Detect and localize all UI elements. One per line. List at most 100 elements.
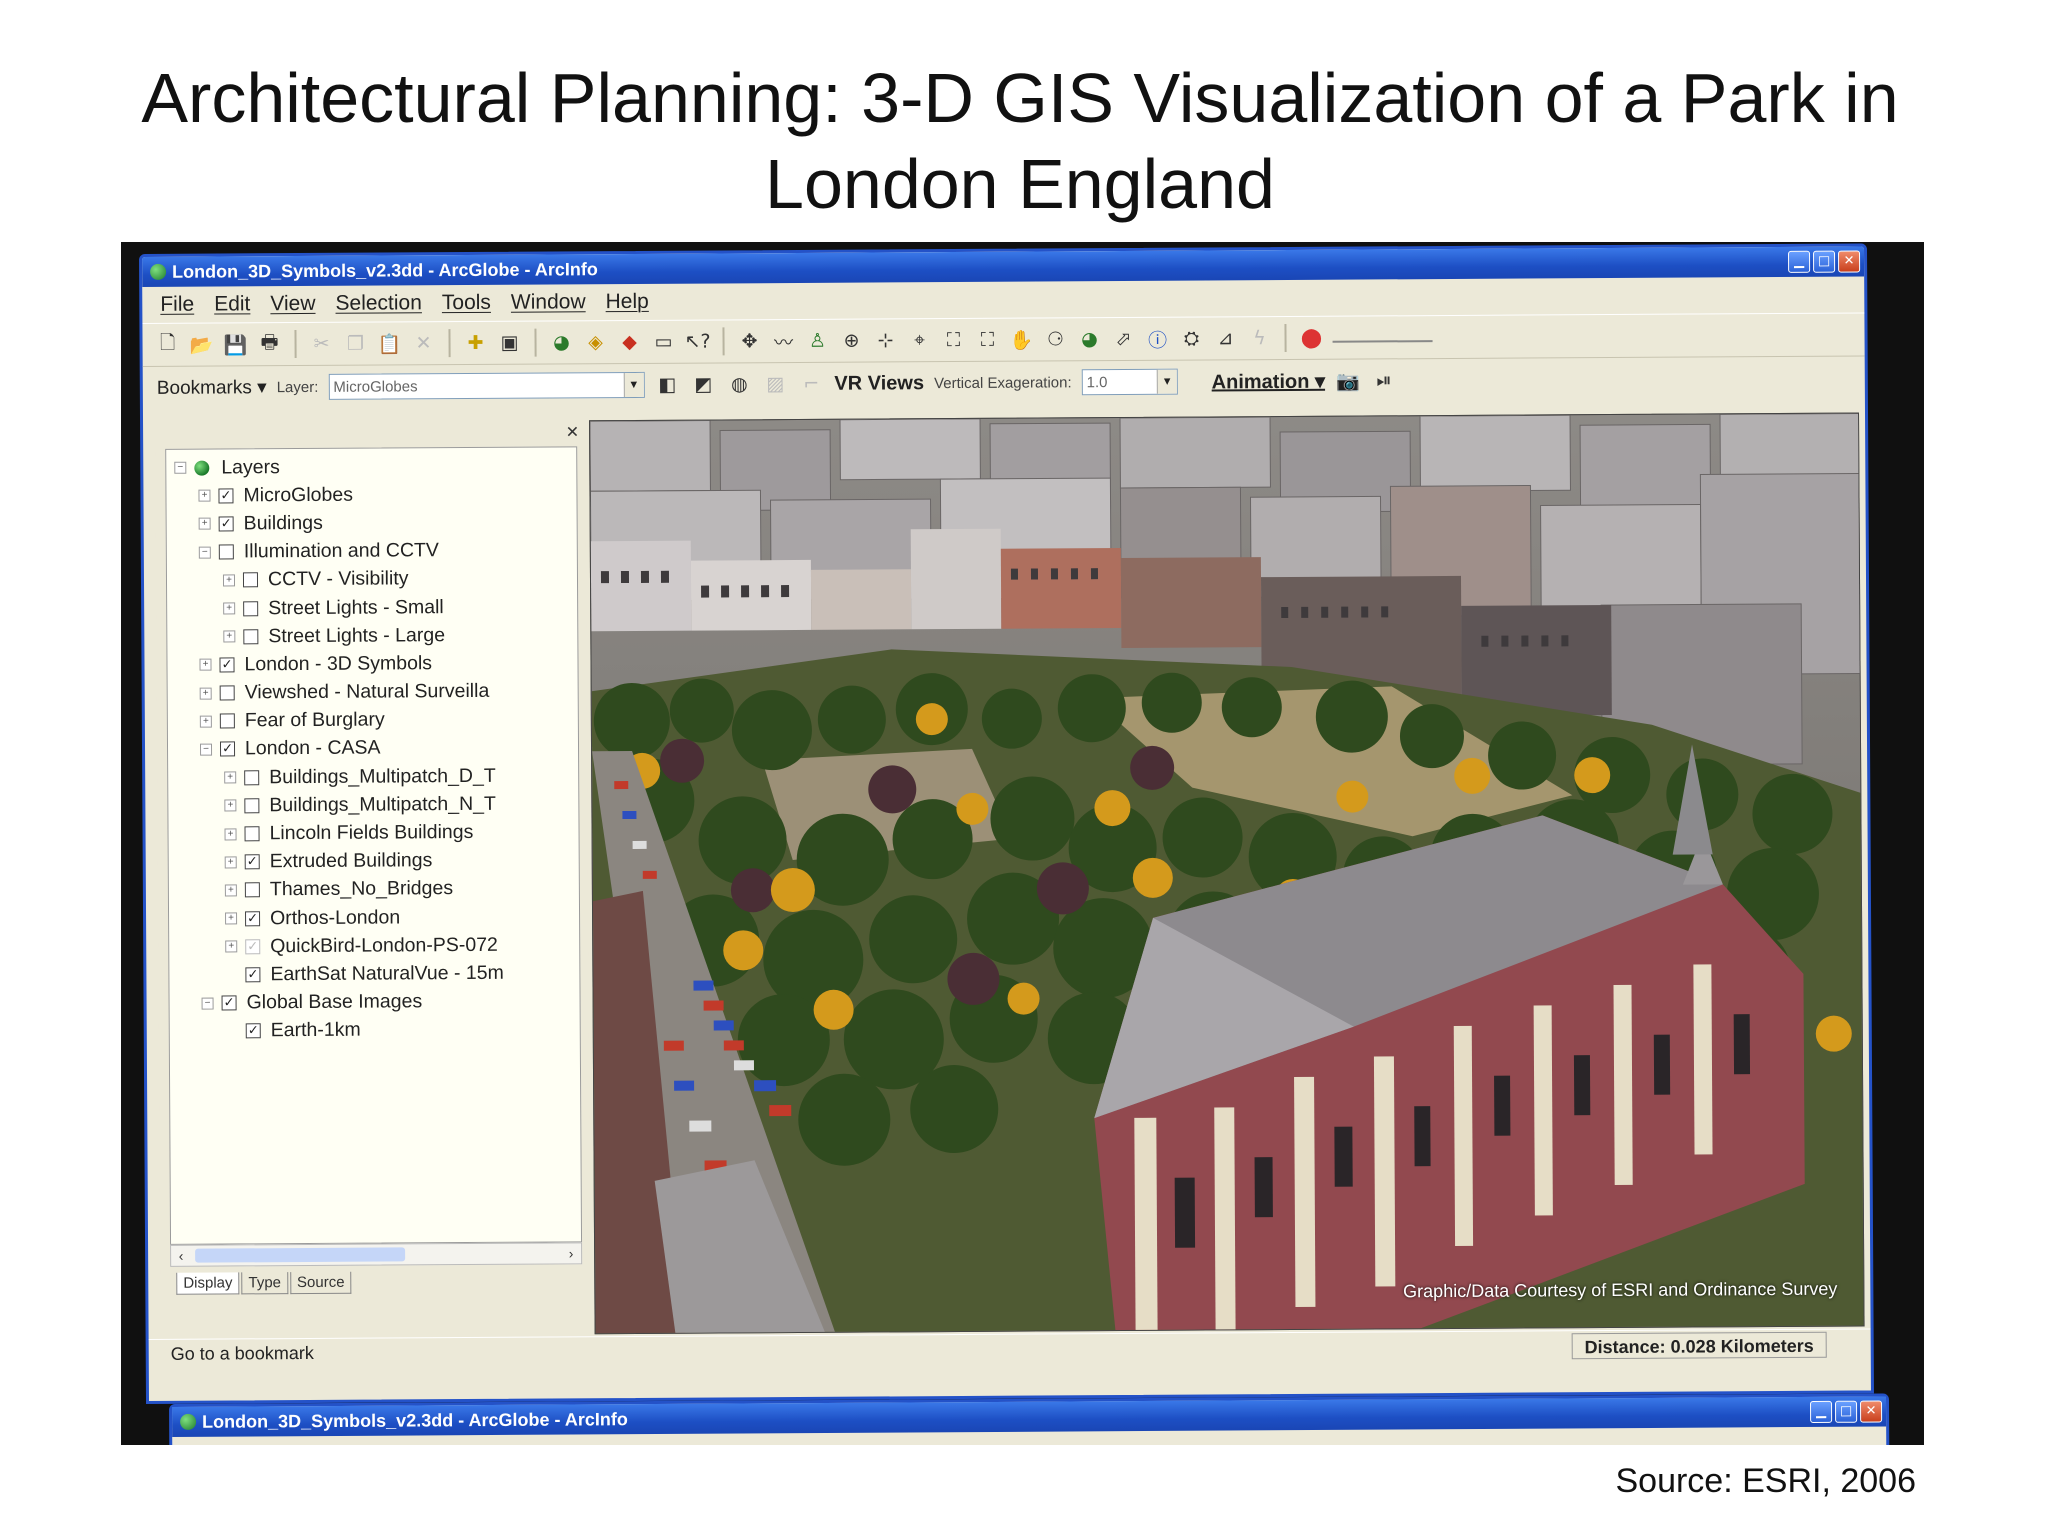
vr-views-label[interactable]: VR Views <box>834 372 924 396</box>
paste-icon[interactable]: 📋 <box>376 330 402 356</box>
expand-icon[interactable]: + <box>198 518 211 531</box>
tab-type[interactable]: Type <box>241 1272 289 1295</box>
layer-visibility-checkbox[interactable] <box>242 572 259 588</box>
layer-visibility-checkbox[interactable] <box>244 826 260 842</box>
layer-visibility-checkbox[interactable]: ✓ <box>244 854 260 870</box>
walk-icon[interactable]: ♙ <box>804 328 830 354</box>
menu-view[interactable]: View <box>270 292 315 316</box>
animation-menu[interactable]: Animation ▾ <box>1212 368 1326 394</box>
menu-tools[interactable]: Tools <box>442 291 491 315</box>
speed-slider[interactable] <box>1332 332 1433 343</box>
scroll-thumb[interactable] <box>195 1247 406 1263</box>
collapse-icon[interactable]: − <box>174 461 187 474</box>
pan-icon[interactable]: ✋ <box>1008 327 1034 353</box>
horizontal-scrollbar[interactable]: ‹ › <box>170 1242 583 1267</box>
layer-visibility-checkbox[interactable]: ✓ <box>219 657 235 673</box>
animation-controls-icon[interactable]: ⏯ <box>1371 367 1397 393</box>
toc-layer-row[interactable]: + ✓ London - 3D Symbols <box>167 649 577 680</box>
expand-icon[interactable]: + <box>223 602 236 615</box>
toc-layer-row[interactable]: + ✓ QuickBird-London-PS-072 <box>169 931 579 962</box>
expand-icon[interactable]: + <box>198 489 211 502</box>
expand-icon[interactable]: + <box>224 771 237 784</box>
lightning-icon[interactable]: ϟ <box>1246 325 1272 351</box>
toc-layer-row[interactable]: + Thames_No_Bridges <box>169 874 579 905</box>
identify-icon[interactable]: ⓘ <box>1144 326 1170 352</box>
toolbox-icon[interactable]: ◆ <box>616 329 642 355</box>
layer-icon[interactable]: ▣ <box>496 330 522 356</box>
toc-layer-row[interactable]: + ✓ Extruded Buildings <box>169 846 579 877</box>
fly-icon[interactable]: 〰 <box>770 328 796 354</box>
layer-visibility-checkbox[interactable]: ✓ <box>218 516 234 532</box>
expand-icon[interactable]: + <box>222 574 236 587</box>
maximize-icon[interactable]: □ <box>1813 250 1836 273</box>
layer-visibility-checkbox[interactable]: ✓ <box>245 910 261 926</box>
collapse-icon[interactable]: − <box>199 743 213 756</box>
tab-source[interactable]: Source <box>289 1271 352 1295</box>
menu-help[interactable]: Help <box>606 290 649 314</box>
menu-window[interactable]: Window <box>511 290 586 314</box>
toc-layer-row[interactable]: + Fear of Burglary <box>168 705 578 736</box>
whats-this-icon[interactable]: ↖? <box>684 329 710 355</box>
toc-layer-row[interactable]: + Buildings_Multipatch_D_T <box>168 761 578 792</box>
layer-visibility-checkbox[interactable] <box>244 798 260 814</box>
layer-visibility-checkbox[interactable] <box>218 544 234 560</box>
copy-icon[interactable]: ❐ <box>342 331 368 357</box>
add-data-icon[interactable]: ✚ <box>462 330 488 356</box>
close-icon[interactable]: ✕ <box>1838 250 1861 273</box>
layer-visibility-checkbox[interactable]: ✓ <box>219 741 236 757</box>
select-features-icon[interactable]: ⬀ <box>1110 326 1136 352</box>
toc-layer-row[interactable]: − ✓ London - CASA <box>168 733 578 764</box>
layer-visibility-checkbox[interactable]: ✓ <box>245 939 261 955</box>
layer-visibility-checkbox[interactable] <box>219 685 235 701</box>
bookmarks-menu[interactable]: Bookmarks ▾ <box>157 376 267 400</box>
layer-visibility-checkbox[interactable] <box>244 769 260 786</box>
layers-icon[interactable]: ◈ <box>582 329 608 355</box>
close-icon[interactable]: ✕ <box>1860 1400 1883 1423</box>
print-icon[interactable]: 🖶 <box>256 331 282 357</box>
delete-icon[interactable]: ✕ <box>410 330 436 356</box>
globe-3d-view[interactable]: Graphic/Data Courtesy of ESRI and Ordina… <box>589 412 1865 1335</box>
capture-view-icon[interactable]: 📷 <box>1335 368 1361 394</box>
toc-layer-row[interactable]: + ✓ Orthos-London <box>169 902 579 933</box>
window2-titlebar[interactable]: London_3D_Symbols_v2.3dd - ArcGlobe - Ar… <box>172 1396 1887 1437</box>
toc-layer-row[interactable]: − ✓ Global Base Images <box>169 987 579 1018</box>
toc-layer-row[interactable]: + ✓ Buildings <box>167 508 577 539</box>
find-icon[interactable]: ⛭ <box>1178 325 1204 351</box>
layer-visibility-checkbox[interactable] <box>243 628 259 645</box>
toc-layer-row[interactable]: + Buildings_Multipatch_N_T <box>168 790 578 821</box>
layer-order-icon[interactable]: ◩ <box>690 371 716 397</box>
expand-icon[interactable]: + <box>199 687 212 700</box>
globe-view-icon[interactable]: ◕ <box>1076 326 1102 352</box>
maximize-icon[interactable]: □ <box>1835 1400 1858 1423</box>
toc-layer-row[interactable]: − Layers <box>166 451 576 482</box>
cut-icon[interactable]: ✂ <box>308 331 334 357</box>
cache-icon[interactable]: ◍ <box>726 371 752 397</box>
expand-icon[interactable]: + <box>199 715 212 728</box>
layer-properties-icon[interactable]: ◧ <box>654 372 680 398</box>
layer-visibility-checkbox[interactable] <box>219 713 235 729</box>
attributes-icon[interactable]: ▨ <box>762 371 788 397</box>
toc-layer-row[interactable]: + Lincoln Fields Buildings <box>168 818 578 849</box>
menu-selection[interactable]: Selection <box>335 291 422 316</box>
toc-layer-row[interactable]: + Viewshed - Natural Surveilla <box>168 677 578 708</box>
layer-visibility-checkbox[interactable] <box>244 882 260 898</box>
toc-layer-row[interactable]: + ✓ MicroGlobes <box>166 480 576 511</box>
navigate-icon[interactable]: ✥ <box>736 328 762 354</box>
globe-icon[interactable]: ◕ <box>548 329 574 355</box>
menu-file[interactable]: File <box>160 293 194 317</box>
full-extent-icon[interactable]: ⛶ <box>940 327 966 353</box>
scroll-right-icon[interactable]: › <box>561 1243 581 1263</box>
chevron-down-icon[interactable]: ▼ <box>1156 369 1177 394</box>
chevron-down-icon[interactable]: ▼ <box>623 372 644 398</box>
toc-layer-row[interactable]: + Street Lights - Large <box>167 620 577 651</box>
toc-layer-row[interactable]: − Illumination and CCTV <box>167 536 577 567</box>
layer-visibility-checkbox[interactable]: ✓ <box>245 967 261 983</box>
toc-layer-row[interactable]: + CCTV - Visibility <box>167 564 577 595</box>
layer-visibility-checkbox[interactable] <box>243 600 259 616</box>
center-icon[interactable]: ⚆ <box>1042 326 1068 352</box>
layer-visibility-checkbox[interactable]: ✓ <box>245 1023 261 1039</box>
toc-layer-row[interactable]: ✓ Earth-1km <box>170 1015 580 1046</box>
expand-icon[interactable]: + <box>224 827 237 841</box>
close-icon[interactable]: ✕ <box>566 422 580 442</box>
layer-dropdown[interactable]: MicroGlobes ▼ <box>328 371 645 400</box>
